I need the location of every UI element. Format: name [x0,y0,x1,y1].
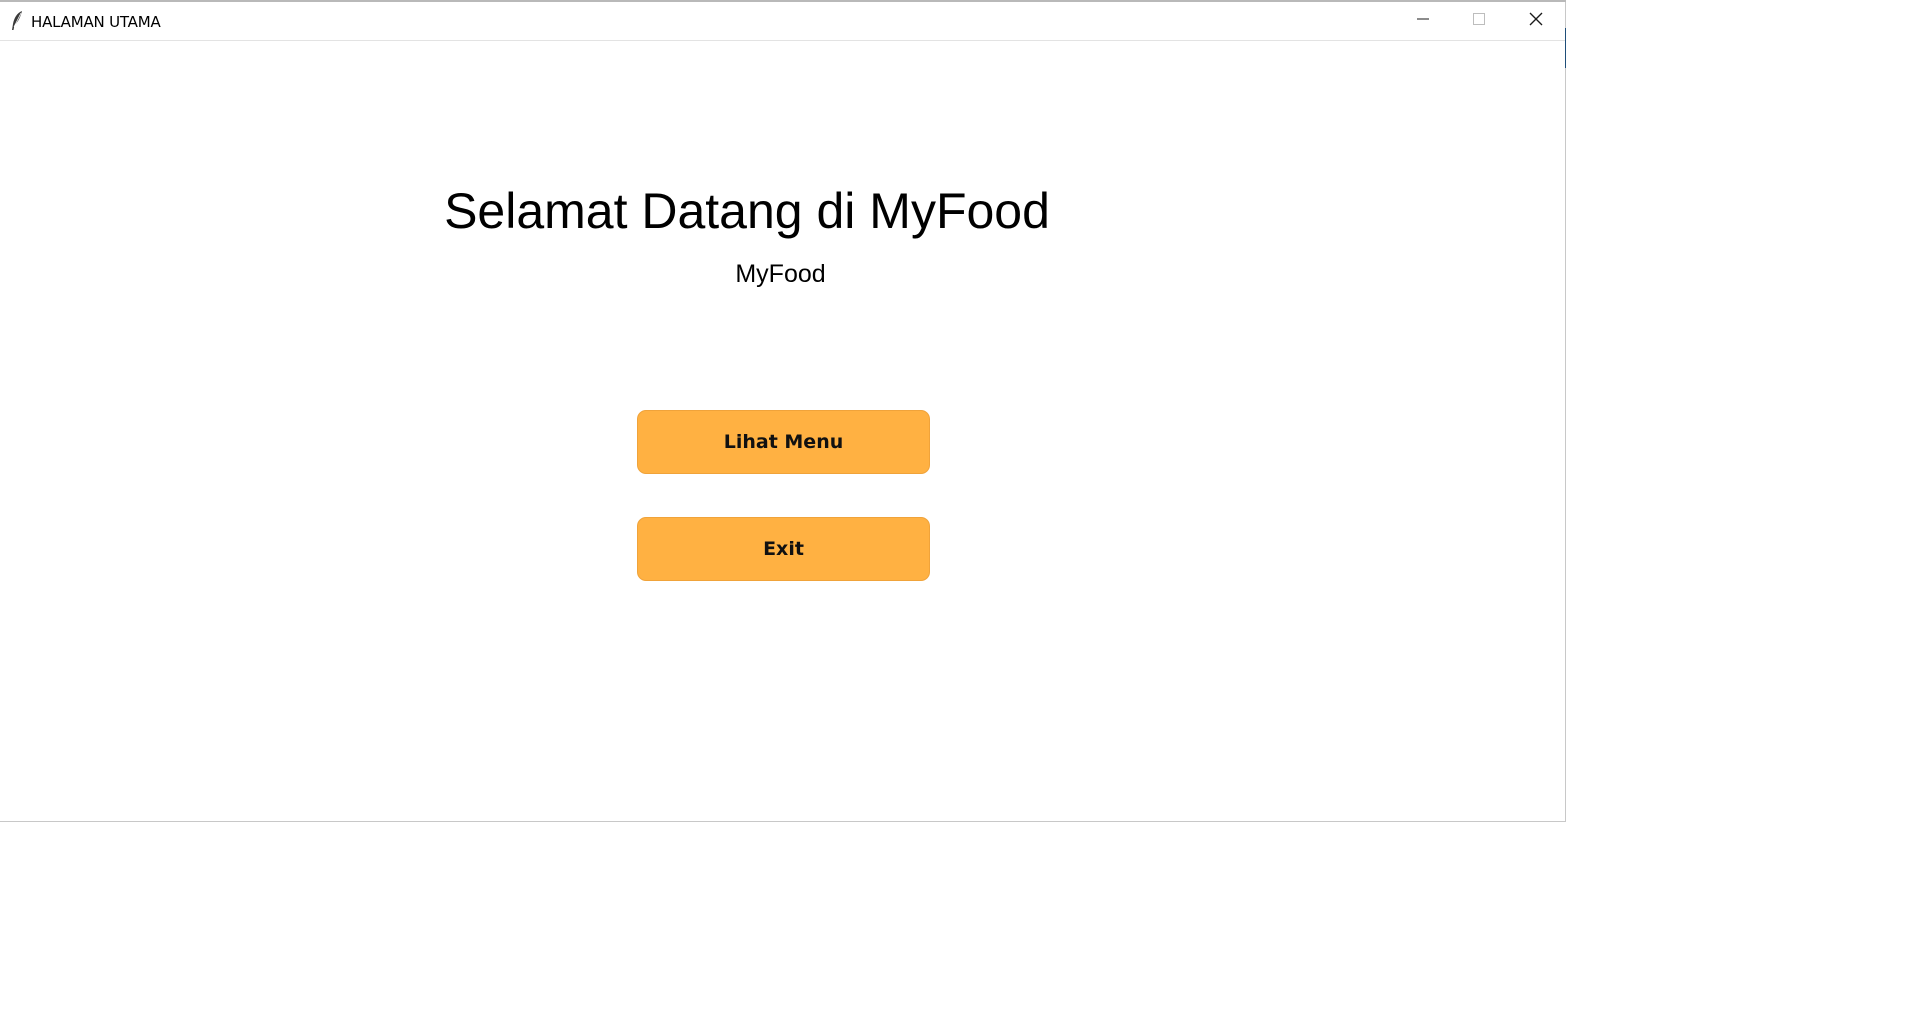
feather-icon [9,10,25,32]
view-menu-button[interactable]: Lihat Menu [637,410,930,474]
exit-label: Exit [763,538,804,560]
desktop-background [1566,0,1920,1009]
welcome-heading: Selamat Datang di MyFood [444,183,1050,239]
view-menu-label: Lihat Menu [723,431,844,453]
app-subtitle: MyFood [735,260,826,288]
window-title: HALAMAN UTAMA [31,13,161,31]
close-button[interactable] [1508,2,1564,40]
minimize-icon [1416,12,1430,31]
title-bar[interactable]: HALAMAN UTAMA [0,2,1565,41]
app-window: HALAMAN UTAMA Selamat Datang di MyFood M… [0,0,1566,822]
close-icon [1528,11,1544,32]
maximize-icon [1472,12,1486,31]
maximize-button[interactable] [1451,2,1507,40]
main-content: Selamat Datang di MyFood MyFood Lihat Me… [0,41,1565,821]
exit-button[interactable]: Exit [637,517,930,581]
desktop-background-bottom [0,823,1566,1009]
minimize-button[interactable] [1395,2,1451,40]
